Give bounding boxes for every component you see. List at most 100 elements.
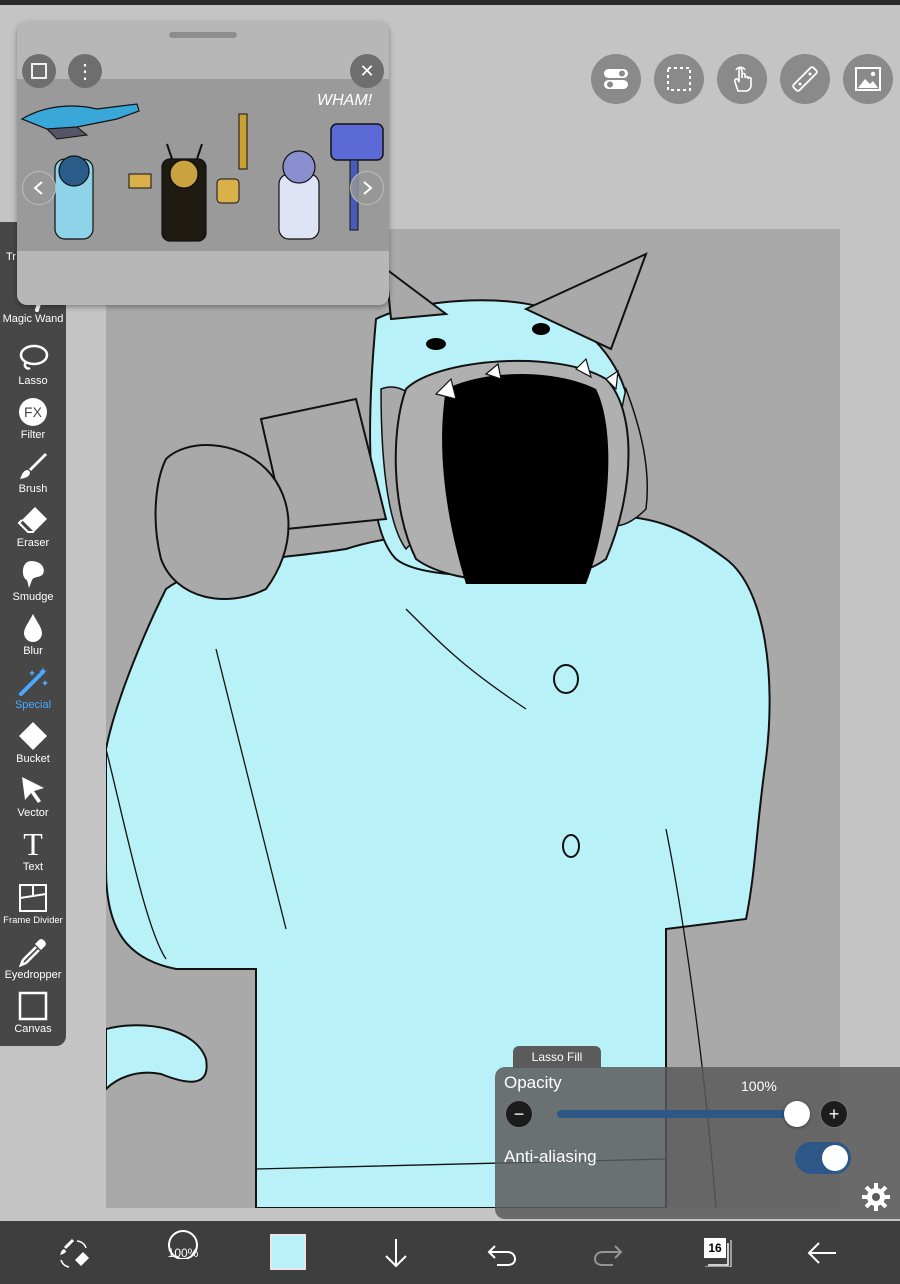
- chevron-right-icon: [363, 181, 373, 195]
- tool-special[interactable]: Special: [0, 664, 66, 718]
- chevron-left-icon: [33, 181, 43, 195]
- brush-eraser-swap-icon: [60, 1238, 89, 1268]
- opacity-slider[interactable]: [557, 1101, 810, 1127]
- eraser-icon: [0, 504, 66, 536]
- opacity-slider-knob[interactable]: [784, 1101, 810, 1127]
- gear-icon[interactable]: [861, 1182, 891, 1212]
- tool-label: Blur: [23, 645, 43, 657]
- tool-label: Eraser: [16, 537, 50, 549]
- tool-label: Canvas: [14, 1023, 52, 1035]
- bucket-icon: [0, 720, 66, 752]
- ruler-button[interactable]: [780, 54, 830, 104]
- tool-label: Vector: [17, 807, 49, 819]
- opacity-value: 100%: [741, 1078, 777, 1094]
- layers-button[interactable]: 16: [700, 1235, 732, 1267]
- lasso-fill-panel: Opacity 100% − + Anti-aliasing: [495, 1067, 900, 1219]
- tool-label: Brush: [18, 483, 48, 495]
- fx-glyph: FX: [24, 404, 43, 420]
- lasso-icon: [0, 342, 66, 374]
- tool-smudge[interactable]: Smudge: [0, 556, 66, 610]
- brush-eraser-switch-button[interactable]: [54, 1233, 94, 1273]
- eyedropper-icon: [0, 936, 66, 968]
- tool-blur[interactable]: Blur: [0, 610, 66, 664]
- tool-label: Text: [22, 861, 44, 873]
- anti-aliasing-toggle[interactable]: [795, 1142, 851, 1174]
- toggle-switch-icon: [604, 69, 628, 89]
- artwork: [106, 252, 771, 1208]
- wham-annotation: WHAM!: [317, 92, 373, 109]
- tool-label: Filter: [20, 429, 46, 441]
- reference-window[interactable]: WHAM! ⋮ ✕: [17, 22, 389, 305]
- touch-gesture-button[interactable]: [717, 54, 767, 104]
- plus-icon: +: [828, 1103, 840, 1124]
- vector-arrow-icon: [0, 774, 66, 806]
- layer-move-down-button[interactable]: [376, 1233, 416, 1273]
- ruler-icon: [792, 66, 818, 92]
- prev-reference-button[interactable]: [22, 171, 56, 205]
- status-strip: [0, 0, 900, 5]
- arrow-left-icon: [807, 1242, 836, 1264]
- close-reference-button[interactable]: ✕: [350, 54, 384, 88]
- tool-filter[interactable]: FX Filter: [0, 394, 66, 448]
- tool-label: Lasso: [18, 375, 48, 387]
- image-icon: [855, 67, 881, 91]
- undo-icon: [487, 1245, 517, 1266]
- next-reference-button[interactable]: [350, 171, 384, 205]
- toggle-settings-button[interactable]: [591, 54, 641, 104]
- hand-touch-icon: [734, 66, 752, 92]
- smudge-icon: [0, 558, 66, 590]
- tool-vector[interactable]: Vector: [0, 772, 66, 826]
- tool-brush[interactable]: Brush: [0, 448, 66, 502]
- tool-eyedropper[interactable]: Eyedropper: [0, 934, 66, 988]
- layer-count-badge: 16: [704, 1238, 726, 1258]
- redo-icon: [593, 1245, 623, 1266]
- expand-reference-button[interactable]: [22, 54, 56, 88]
- tool-frame-divider[interactable]: Frame Divider: [0, 880, 66, 934]
- undo-button[interactable]: [482, 1233, 522, 1273]
- arrow-down-icon: [385, 1239, 407, 1268]
- tool-eraser[interactable]: Eraser: [0, 502, 66, 556]
- tool-label: Eyedropper: [4, 969, 62, 981]
- reference-menu-button[interactable]: ⋮: [68, 54, 102, 88]
- anti-aliasing-label: Anti-aliasing: [504, 1147, 597, 1166]
- tool-label: Smudge: [12, 591, 54, 603]
- reference-image: WHAM!: [17, 79, 389, 251]
- brush-size-button[interactable]: 100%: [163, 1229, 203, 1275]
- frame-divider-icon: [0, 882, 66, 914]
- selection-button[interactable]: [654, 54, 704, 104]
- tool-canvas[interactable]: Canvas: [0, 988, 66, 1042]
- special-wand-icon: [0, 666, 66, 698]
- lasso-fill-tab[interactable]: Lasso Fill: [513, 1046, 601, 1068]
- blur-drop-icon: [0, 612, 66, 644]
- drawing-canvas[interactable]: [106, 229, 840, 1208]
- fx-icon: FX: [0, 396, 66, 428]
- tool-label: Frame Divider: [3, 915, 63, 926]
- color-swatch[interactable]: [270, 1234, 306, 1270]
- tool-palette: Tr Magic Wand Lasso FX Filter Brush Eras…: [0, 222, 66, 1046]
- tool-label: Bucket: [16, 753, 50, 765]
- brush-opacity-value: 100%: [167, 1246, 199, 1260]
- reference-image-button[interactable]: [843, 54, 893, 104]
- back-button[interactable]: [802, 1233, 842, 1273]
- opacity-increase-button[interactable]: +: [820, 1100, 848, 1128]
- drag-handle[interactable]: [169, 32, 237, 38]
- opacity-label: Opacity: [504, 1073, 562, 1092]
- tool-text[interactable]: T Text: [0, 826, 66, 880]
- redo-button[interactable]: [588, 1233, 628, 1273]
- vertical-dots-icon: ⋮: [75, 60, 95, 83]
- tool-label: Magic Wand: [2, 313, 64, 325]
- opacity-slider-fill: [557, 1110, 797, 1118]
- opacity-decrease-button[interactable]: −: [505, 1100, 533, 1128]
- tool-label: Special: [14, 699, 52, 711]
- close-icon: ✕: [359, 60, 375, 81]
- dashed-selection-icon: [667, 67, 691, 91]
- brush-icon: [0, 450, 66, 482]
- text-icon: T: [23, 826, 43, 862]
- minus-icon: −: [513, 1103, 525, 1124]
- square-icon: [31, 63, 47, 79]
- toggle-knob: [822, 1145, 848, 1171]
- canvas-icon: [0, 990, 66, 1022]
- tool-lasso[interactable]: Lasso: [0, 340, 66, 394]
- tool-bucket[interactable]: Bucket: [0, 718, 66, 772]
- bottom-toolbar: 100% 16: [0, 1221, 900, 1284]
